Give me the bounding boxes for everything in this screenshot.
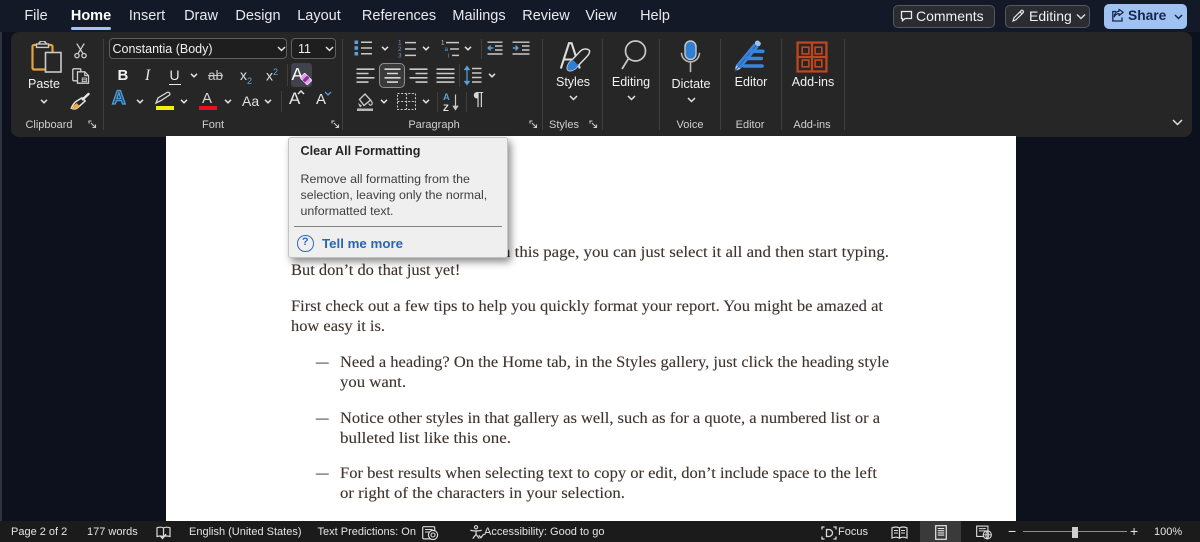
- svg-text:A: A: [443, 92, 450, 103]
- svg-text:Z: Z: [443, 103, 449, 112]
- svg-text:i: i: [448, 52, 449, 58]
- svg-text:3: 3: [398, 52, 402, 58]
